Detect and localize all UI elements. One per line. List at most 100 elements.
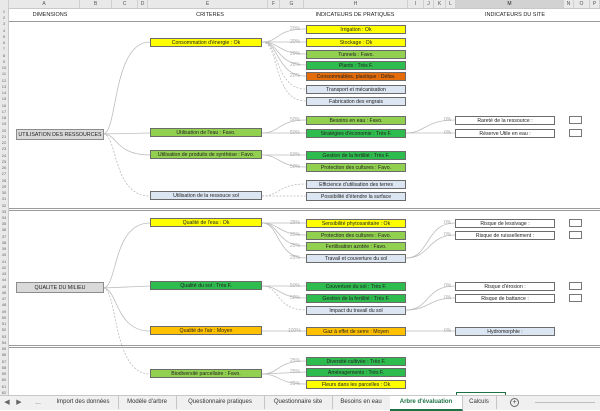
- row-number[interactable]: 59: [0, 371, 8, 376]
- pratique-etendre-surface[interactable]: Possibilité d'étendre la surface: [306, 192, 406, 201]
- row-number[interactable]: 24: [0, 153, 8, 158]
- row-number[interactable]: 33: [0, 209, 8, 214]
- pratique-strategies-economie[interactable]: Stratégies d'économie : Très F.: [306, 129, 406, 138]
- critere-consommation-energie[interactable]: Consommation d'énergie : Ok: [150, 38, 262, 47]
- pratique-protection-cultures-eau[interactable]: Protection des cultures : Favo.: [306, 231, 406, 240]
- pratique-plants[interactable]: Plants : Très F.: [306, 61, 406, 70]
- pratique-stockage[interactable]: Stockage : Ok: [306, 38, 406, 47]
- row-number[interactable]: 61: [0, 384, 8, 389]
- pratique-fertilisation-azotee[interactable]: Fertilisation azotée : Favo.: [306, 242, 406, 251]
- row-number[interactable]: 56: [0, 352, 8, 357]
- tab-scroll-left-icon[interactable]: ◀: [2, 396, 12, 409]
- row-number[interactable]: 1: [0, 9, 8, 14]
- tab-calculs[interactable]: Calculs: [462, 396, 497, 409]
- column-l-header[interactable]: L: [446, 0, 456, 8]
- pratique-irrigation[interactable]: Irrigation : Ok: [306, 25, 406, 34]
- row-number[interactable]: 41: [0, 259, 8, 264]
- column-o-header[interactable]: O: [574, 0, 590, 8]
- site-hydromorphie[interactable]: Hydromorphie :: [455, 327, 555, 336]
- row-number[interactable]: 21: [0, 134, 8, 139]
- dimension-qualite-milieu[interactable]: QUALITE DU MILIEU: [16, 282, 104, 293]
- row-number[interactable]: 3: [0, 21, 8, 26]
- pratique-tunnels[interactable]: Tunnels : Favo.: [306, 50, 406, 59]
- row-number[interactable]: 53: [0, 334, 8, 339]
- row-number[interactable]: 11: [0, 71, 8, 76]
- row-number[interactable]: 45: [0, 284, 8, 289]
- row-number[interactable]: 29: [0, 184, 8, 189]
- critere-qualite-eau[interactable]: Qualité de l'eau : Ok: [150, 218, 262, 227]
- row-number[interactable]: 27: [0, 171, 8, 176]
- row-number[interactable]: 51: [0, 321, 8, 326]
- tab-besoins-eau[interactable]: Besoins en eau: [332, 396, 391, 409]
- row-number[interactable]: 46: [0, 290, 8, 295]
- site-value-cell[interactable]: [569, 282, 582, 290]
- pratique-consommables[interactable]: Consommables, plastique : Défav.: [306, 72, 406, 81]
- row-number[interactable]: 32: [0, 203, 8, 208]
- site-reserve-utile[interactable]: Réserve Utile en eau :: [455, 129, 555, 138]
- row-number[interactable]: 42: [0, 265, 8, 270]
- row-number[interactable]: 13: [0, 84, 8, 89]
- column-j-header[interactable]: J: [424, 0, 434, 8]
- row-number[interactable]: 15: [0, 96, 8, 101]
- site-risque-ruissellement[interactable]: Risque de ruissellement :: [455, 231, 555, 240]
- row-number[interactable]: 25: [0, 159, 8, 164]
- pratique-fleurs-parcelles[interactable]: Fleurs dans les parcelles : Ok: [306, 380, 406, 389]
- row-number[interactable]: 18: [0, 115, 8, 120]
- column-b-header[interactable]: B: [80, 0, 112, 8]
- row-number[interactable]: 37: [0, 234, 8, 239]
- tab-more-icon[interactable]: ...: [30, 396, 46, 409]
- pratique-couverture-sol[interactable]: Couverture du sol : Très F.: [306, 282, 406, 291]
- site-risque-lessivage[interactable]: Risque de lessivage :: [455, 219, 555, 228]
- critere-qualite-sol[interactable]: Qualité du sol : Très F.: [150, 281, 262, 290]
- add-sheet-icon[interactable]: +: [510, 398, 519, 407]
- column-f-header[interactable]: F: [268, 0, 280, 8]
- pratique-impact-travail-sol[interactable]: Impact du travail du sol: [306, 306, 406, 315]
- column-c-header[interactable]: C: [112, 0, 138, 8]
- row-number[interactable]: 4: [0, 28, 8, 33]
- row-number[interactable]: 5: [0, 34, 8, 39]
- site-risque-battance[interactable]: Risque de battance :: [455, 294, 555, 303]
- row-number[interactable]: 36: [0, 227, 8, 232]
- pratique-protection-cultures[interactable]: Protection des cultures : Favo.: [306, 163, 406, 172]
- row-number[interactable]: 20: [0, 128, 8, 133]
- row-number[interactable]: 26: [0, 165, 8, 170]
- row-number[interactable]: 9: [0, 59, 8, 64]
- site-rarete-ressource[interactable]: Rareté de la ressource :: [455, 116, 555, 125]
- row-number[interactable]: 60: [0, 377, 8, 382]
- pratique-efficience-terres[interactable]: Efficience d'utilisation des terres: [306, 180, 406, 189]
- row-number[interactable]: 16: [0, 103, 8, 108]
- column-i-header[interactable]: I: [408, 0, 424, 8]
- critere-ressource-sol[interactable]: Utilisation de la ressouce sol: [150, 191, 262, 200]
- column-d-header[interactable]: D: [138, 0, 148, 8]
- dimension-utilisation-ressources[interactable]: UTILISATION DES RESSOURCES: [16, 129, 104, 140]
- critere-qualite-air[interactable]: Qualité de l'air : Moyen: [150, 326, 262, 335]
- pratique-gaz-effet-serre[interactable]: Gaz à effet de serre : Moyen: [306, 327, 406, 336]
- row-number[interactable]: 22: [0, 140, 8, 145]
- row-number[interactable]: 8: [0, 53, 8, 58]
- row-number[interactable]: 58: [0, 365, 8, 370]
- row-number[interactable]: 48: [0, 302, 8, 307]
- row-number[interactable]: 43: [0, 271, 8, 276]
- row-number[interactable]: 34: [0, 215, 8, 220]
- column-p-header[interactable]: P: [590, 0, 600, 8]
- row-number[interactable]: 50: [0, 315, 8, 320]
- column-e-header[interactable]: E: [148, 0, 268, 8]
- site-value-cell[interactable]: [569, 116, 582, 124]
- row-number[interactable]: 6: [0, 40, 8, 45]
- row-number[interactable]: 62: [0, 390, 8, 395]
- tab-import-donnees[interactable]: Import des données: [48, 396, 119, 409]
- row-number[interactable]: 47: [0, 296, 8, 301]
- column-a-header[interactable]: A: [9, 0, 80, 8]
- critere-biodiversite[interactable]: Biodiversité parcellaire : Favo.: [150, 369, 262, 378]
- row-number[interactable]: 38: [0, 240, 8, 245]
- site-value-cell[interactable]: [569, 129, 582, 137]
- row-number[interactable]: 54: [0, 340, 8, 345]
- row-number[interactable]: 49: [0, 309, 8, 314]
- column-m-header[interactable]: M: [456, 0, 564, 8]
- row-number[interactable]: 14: [0, 90, 8, 95]
- row-number[interactable]: 17: [0, 109, 8, 114]
- column-h-header[interactable]: H: [304, 0, 408, 8]
- row-number[interactable]: 31: [0, 196, 8, 201]
- select-all-corner[interactable]: [0, 0, 9, 8]
- pratique-gestion-fertilite-sol[interactable]: Gestion de la fertilité : Très F.: [306, 294, 406, 303]
